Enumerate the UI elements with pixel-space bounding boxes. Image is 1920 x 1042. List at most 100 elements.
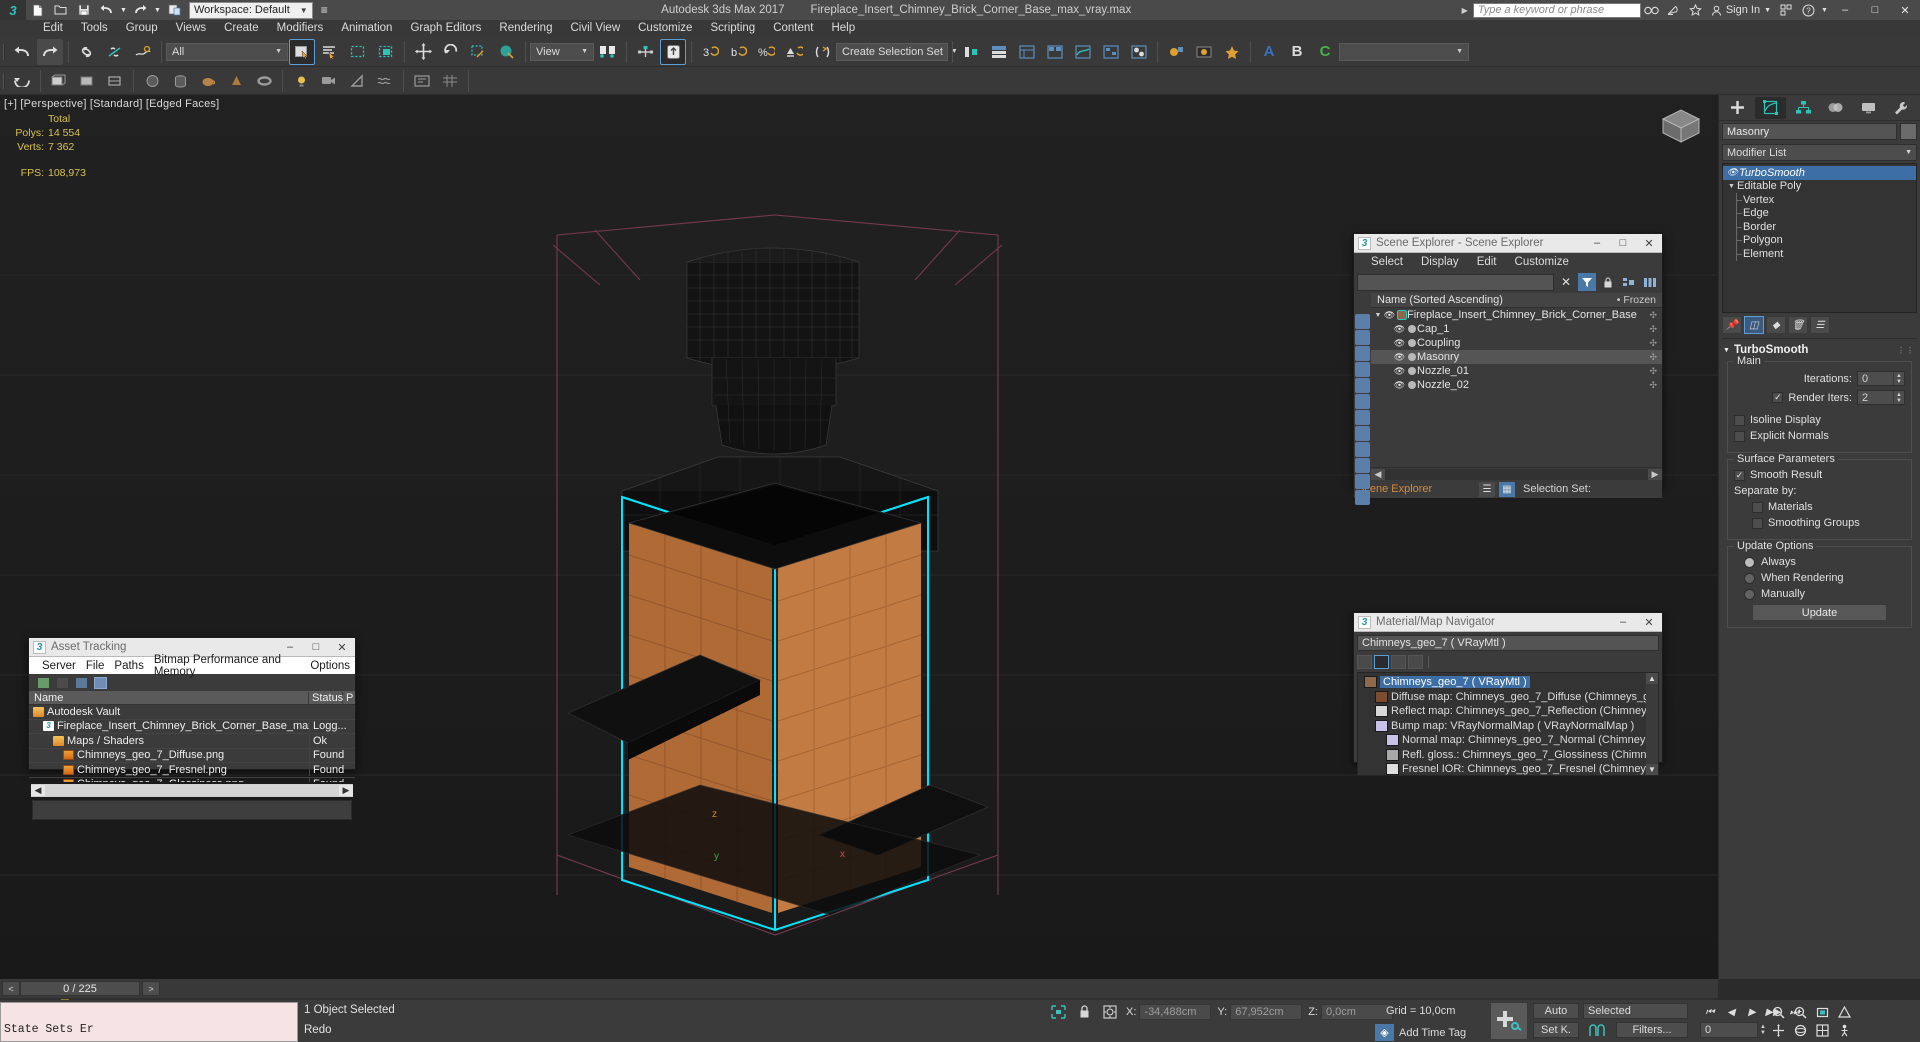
prev-frame-button[interactable]: <: [2, 981, 20, 996]
search-help-icon[interactable]: [1641, 0, 1663, 20]
scene-explorer-hscrollbar[interactable]: ◀ ▶: [1371, 467, 1662, 480]
motion-tab[interactable]: [1820, 97, 1852, 119]
modifier-enable-icon[interactable]: 👁: [1726, 167, 1739, 178]
frozen-indicator[interactable]: ✣: [1649, 338, 1657, 349]
make-unique-icon[interactable]: ◆: [1766, 316, 1786, 334]
lock-icon[interactable]: [1599, 273, 1617, 291]
selection-lock-toggle-icon[interactable]: [1048, 1003, 1068, 1020]
menu-item-tools[interactable]: Tools: [72, 20, 117, 37]
lights-filter-icon[interactable]: [1355, 346, 1370, 361]
modifier-stack-item[interactable]: Edge: [1723, 206, 1916, 221]
asset-tracking-row[interactable]: 3 Fireplace_Insert_Chimney_Brick_Corner_B…: [29, 720, 355, 734]
menu-item-views[interactable]: Views: [167, 20, 215, 37]
menu-item-rendering[interactable]: Rendering: [490, 20, 561, 37]
show-end-result-icon[interactable]: ◫: [1744, 316, 1764, 334]
undo-icon[interactable]: [95, 0, 118, 20]
percent-snap-icon[interactable]: %: [753, 39, 779, 65]
spinner-snap-icon[interactable]: b: [725, 39, 751, 65]
text-tool-b-icon[interactable]: B: [1284, 39, 1310, 65]
se-menu-customize[interactable]: Customize: [1506, 256, 1578, 268]
minimize-button[interactable]: ‒: [1830, 0, 1860, 20]
at-menu-bitmap-performance-and-memory[interactable]: Bitmap Performance and Memory: [149, 654, 306, 678]
grid-view-icon[interactable]: ▦: [1499, 481, 1515, 497]
key-filter-dropdown[interactable]: Selected: [1583, 1003, 1688, 1019]
material-nav-current-material[interactable]: Chimneys_geo_7 ( VRayMtl ): [1357, 635, 1659, 651]
minimize-button[interactable]: ‒: [1584, 234, 1610, 253]
spinner-arrows-icon[interactable]: ▲ ▼: [1893, 372, 1904, 385]
box-mode3-icon[interactable]: [102, 68, 128, 94]
scene-explorer-search-input[interactable]: [1357, 273, 1554, 291]
visibility-eye-icon[interactable]: 👁: [1393, 352, 1406, 363]
scene-explorer-column-header[interactable]: Name (Sorted Ascending) • Frozen: [1371, 293, 1662, 308]
list-view-icon[interactable]: [1357, 655, 1372, 669]
material-nav-titlebar[interactable]: 3 Material/Map Navigator ‒ ✕: [1354, 613, 1662, 632]
scroll-track[interactable]: [1385, 468, 1648, 480]
viewport-label[interactable]: [+] [Perspective] [Standard] [Edged Face…: [4, 98, 219, 110]
menu-item-group[interactable]: Group: [117, 20, 167, 37]
filter-icon[interactable]: [1578, 273, 1596, 291]
se-menu-edit[interactable]: Edit: [1468, 256, 1506, 268]
menu-item-customize[interactable]: Customize: [629, 20, 701, 37]
view-mode-icon[interactable]: [94, 676, 107, 689]
unlink-selection-icon[interactable]: [102, 39, 128, 65]
scroll-left-icon[interactable]: ◀: [31, 785, 45, 796]
utilities-tab[interactable]: [1885, 97, 1917, 119]
render-iters-spinner[interactable]: 2 ▲ ▼: [1857, 390, 1905, 405]
visibility-eye-icon[interactable]: 👁: [1393, 380, 1406, 391]
manually-radio-row[interactable]: Manually: [1734, 588, 1905, 600]
smoothing-groups-row[interactable]: Smoothing Groups: [1734, 517, 1905, 529]
play-icon[interactable]: ▶: [1742, 1003, 1762, 1021]
render-setup-icon[interactable]: [1163, 39, 1189, 65]
curve-editor-icon[interactable]: [1070, 39, 1096, 65]
create-tab[interactable]: [1722, 97, 1754, 119]
filters-button[interactable]: Filters...: [1616, 1022, 1688, 1038]
se-menu-select[interactable]: Select: [1362, 256, 1412, 268]
render-iters-checkbox[interactable]: [1772, 392, 1784, 403]
align-icon[interactable]: [958, 39, 984, 65]
scroll-up-icon[interactable]: ▲: [1646, 673, 1658, 684]
material-nav-row[interactable]: Chimneys_geo_7 ( VRayMtl ): [1358, 675, 1646, 690]
rendered-frame-window-icon[interactable]: [1191, 39, 1217, 65]
communication-center-icon[interactable]: [1663, 0, 1685, 20]
perspective-viewport[interactable]: z y x [+] [Perspective] [Standard] [Edge…: [0, 95, 1718, 979]
spinner-arrows-icon[interactable]: ▲ ▼: [1893, 391, 1904, 404]
asset-tracking-row[interactable]: Autodesk Vault: [29, 705, 355, 720]
manually-radio[interactable]: [1744, 588, 1755, 600]
path-icon[interactable]: [75, 676, 88, 689]
menu-item-help[interactable]: Help: [822, 20, 864, 37]
hierarchy-tab[interactable]: [1787, 97, 1819, 119]
explicit-normals-checkbox[interactable]: [1734, 430, 1745, 442]
explicit-normals-row[interactable]: Explicit Normals: [1734, 430, 1905, 442]
material-nav-row[interactable]: Fresnel IOR: Chimneys_geo_7_Fresnel (Chi…: [1358, 762, 1646, 775]
maximize-button[interactable]: □: [1610, 234, 1636, 253]
exchange-app-icon[interactable]: [1775, 0, 1797, 20]
modifier-stack-item[interactable]: ▼ Editable Poly: [1723, 180, 1916, 194]
material-map-navigator-window[interactable]: 3 Material/Map Navigator ‒ ✕ Chimneys_ge…: [1353, 612, 1663, 776]
isoline-display-checkbox[interactable]: [1734, 414, 1745, 426]
zoom-extents-icon[interactable]: [1812, 1003, 1832, 1021]
sign-in-button[interactable]: Sign In ▼: [1707, 4, 1775, 16]
redo-dropdown-icon[interactable]: ▼: [152, 0, 163, 20]
walkthrough-icon[interactable]: [1834, 1022, 1854, 1038]
bind-to-space-warp-icon[interactable]: [130, 39, 156, 65]
z-field[interactable]: 0,0cm: [1320, 1003, 1393, 1020]
stop-icon[interactable]: [56, 676, 69, 689]
layer-explorer-icon[interactable]: [986, 39, 1012, 65]
new-file-icon[interactable]: [26, 0, 49, 20]
when-rendering-radio-row[interactable]: When Rendering: [1734, 572, 1905, 584]
visibility-eye-icon[interactable]: 👁: [1393, 366, 1406, 377]
curve-filter-icon[interactable]: [1583, 1022, 1611, 1038]
particles-filter-icon[interactable]: [1355, 458, 1370, 473]
view-cube-icon[interactable]: [1658, 105, 1704, 145]
scroll-left-icon[interactable]: ◀: [1371, 468, 1385, 480]
cylinder-primitive-icon[interactable]: [167, 68, 193, 94]
asset-tracking-row[interactable]: Chimneys_geo_7_Fresnel.png Found: [29, 763, 355, 778]
render-production-icon[interactable]: [1219, 39, 1245, 65]
workspace-selector[interactable]: Workspace: Default ▼: [189, 1, 313, 19]
large-icons-view-icon[interactable]: [1408, 655, 1423, 669]
modifier-stack-item[interactable]: Border: [1723, 220, 1916, 234]
object-color-swatch[interactable]: [1900, 123, 1917, 140]
window-crossing-toggle-icon[interactable]: [373, 39, 399, 65]
menu-item-civil-view[interactable]: Civil View: [561, 20, 629, 37]
menu-item-modifiers[interactable]: Modifiers: [268, 20, 333, 37]
